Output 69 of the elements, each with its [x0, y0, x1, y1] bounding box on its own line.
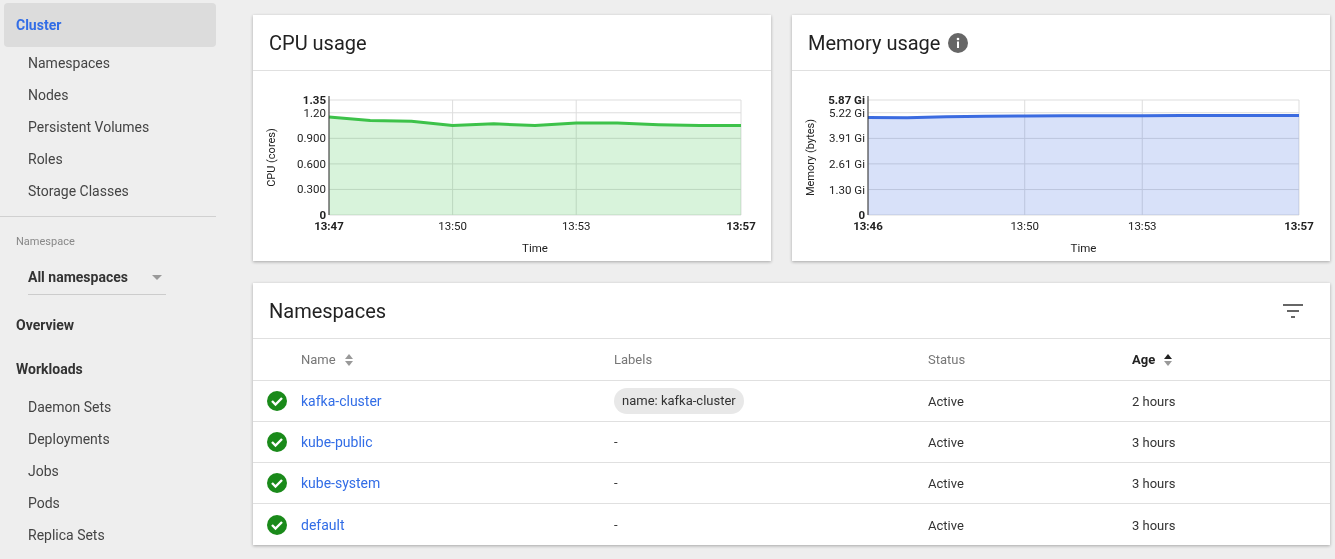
nav-item[interactable]: Pods [4, 487, 216, 520]
y-axis-title: CPU (cores) [265, 128, 278, 187]
table-cell: Active [928, 435, 964, 450]
namespace-label: Namespace [15, 234, 76, 250]
x-tick-label: 13:53 [561, 219, 591, 233]
y-tick-label: 1.20 [303, 105, 326, 120]
y-tick-label: 2.61 Gi [829, 156, 865, 171]
column-header: Labels [614, 350, 653, 369]
x-tick-label: 13:50 [1010, 219, 1040, 233]
y-tick-label: 0.300 [297, 182, 326, 197]
namespace-link[interactable]: kube-system [301, 475, 381, 491]
y-tick-label: 0.600 [297, 156, 326, 171]
x-axis-title: Time [522, 241, 548, 255]
y-tick-label: 5.87 Gi [828, 93, 865, 107]
y-tick-label: 1.35 [302, 93, 326, 107]
x-axis-title: Time [1070, 241, 1097, 255]
y-tick-label: 0.900 [297, 131, 326, 146]
nav-item[interactable]: Daemon Sets [4, 391, 216, 424]
nav-item[interactable]: Persistent Volumes [4, 111, 216, 143]
check-circle-icon [267, 432, 287, 452]
card-title: Memory usage [808, 29, 941, 57]
x-tick-label: 13:47 [314, 219, 344, 233]
namespace-select[interactable]: All namespaces [28, 260, 166, 295]
x-tick-label: 13:53 [1127, 219, 1157, 233]
x-tick-label: 13:57 [726, 219, 756, 233]
y-tick-label: 0 [319, 208, 326, 222]
x-tick-label: 13:46 [853, 219, 883, 233]
table-cell-text: - [614, 433, 618, 452]
filter-icon[interactable] [1283, 303, 1303, 318]
table-cell-text: - [614, 474, 618, 493]
nav-item[interactable]: Namespaces [4, 47, 216, 79]
info-icon [948, 32, 969, 53]
nav-item[interactable]: Overview [4, 303, 216, 348]
nav-item[interactable]: Nodes [4, 79, 216, 111]
table-cell: 3 hours [1132, 517, 1176, 533]
table-cell: Active [928, 394, 964, 409]
y-tick-label: 5.22 Gi [829, 105, 865, 120]
label-chip: name: kafka-cluster [614, 388, 744, 414]
table-cell-text: - [614, 515, 618, 534]
sort-icon[interactable] [1163, 352, 1174, 367]
card-title: Namespaces [269, 297, 387, 325]
column-header[interactable]: Name [301, 349, 336, 370]
table-cell: 3 hours [1132, 476, 1176, 491]
check-circle-icon [267, 514, 287, 535]
nav-item[interactable]: Jobs [4, 455, 216, 488]
nav-item[interactable]: Deployments [4, 423, 216, 456]
namespace-link[interactable]: default [301, 516, 345, 533]
namespace-link[interactable]: kafka-cluster [301, 393, 382, 409]
check-circle-icon [267, 473, 287, 493]
x-tick-label: 13:50 [438, 219, 467, 233]
nav-item[interactable]: Workloads [4, 347, 216, 392]
dropdown-caret-icon [152, 274, 162, 280]
y-tick-label: 1.30 Gi [829, 182, 865, 197]
table-cell: Active [928, 517, 964, 533]
x-tick-label: 13:57 [1284, 219, 1314, 233]
table-cell: 3 hours [1132, 435, 1176, 450]
column-header[interactable]: Age [1132, 349, 1156, 370]
nav-item[interactable]: Storage Classes [4, 175, 216, 207]
table-cell: Active [928, 476, 964, 491]
y-tick-label: 3.91 Gi [829, 131, 865, 146]
y-axis-title: Memory (bytes) [804, 118, 817, 197]
nav-item[interactable]: Roles [4, 143, 216, 175]
y-tick-label: 0 [858, 208, 865, 222]
card-title: CPU usage [269, 29, 367, 57]
table-cell: 2 hours [1132, 394, 1176, 409]
namespace-link[interactable]: kube-public [301, 434, 373, 450]
check-circle-icon [267, 391, 287, 411]
column-header: Status [928, 350, 966, 369]
nav-item[interactable]: Replica Sets [4, 519, 216, 552]
